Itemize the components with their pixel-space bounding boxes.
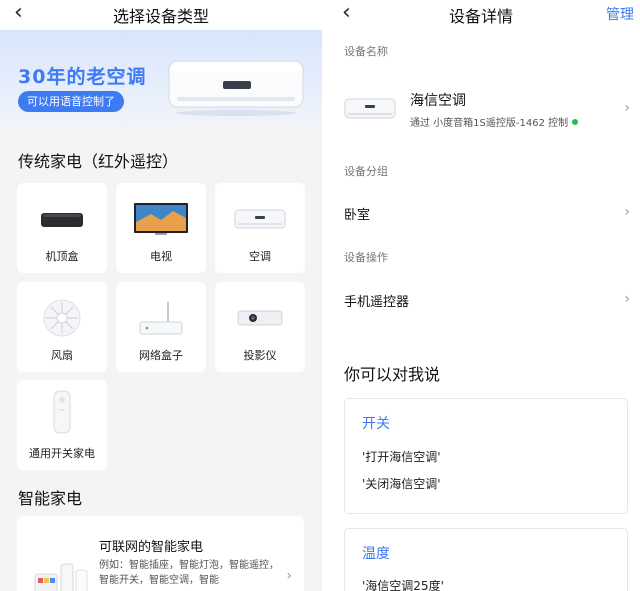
device-tile-air-conditioner[interactable]: 空调 [215,183,305,273]
air-conditioner-icon [344,98,396,119]
header-bar: ‹ 选择设备类型 [0,0,322,30]
voice-command: '关闭海信空调' [362,477,441,491]
air-conditioner-icon [168,60,304,116]
smart-devices-icon [34,563,88,591]
promo-banner[interactable]: 30年的老空调 可以用语音控制了 [0,30,322,132]
voice-card-temperature: 温度 '海信空调25度' [344,528,628,591]
banner-title: 30年的老空调 [18,66,147,88]
voice-commands-title: 你可以对我说 [344,365,441,384]
page-title: 选择设备类型 [112,7,209,26]
device-detail-panel: ‹ 设备详情 管理 设备名称 海信空调 通过 小度音箱1S遥控版-1462 控制… [322,0,640,591]
device-name-label: 设备名称 [344,45,388,58]
smart-card-desc: 例如：智能插座，智能灯泡，智能遥控，智能开关，智能空调，智能 [99,560,279,586]
smart-card-title: 可联网的智能家电 [99,540,204,555]
manage-button[interactable]: 管理 [606,4,634,24]
device-tile-projector[interactable]: 投影仪 [215,282,305,372]
operations-value: 手机遥控器 [344,295,410,310]
tile-label: 电视 [150,250,172,263]
tile-label: 通用开关家电 [29,447,95,460]
group-value: 卧室 [344,208,371,223]
device-tile-universal-switch[interactable]: 通用开关家电 [17,380,107,470]
tile-label: 投影仪 [243,349,277,362]
fan-icon [43,299,81,337]
device-subtitle: 通过 小度音箱1S遥控版-1462 控制 [410,114,579,129]
online-status-dot [572,119,579,125]
voice-card-power: 开关 '打开海信空调' '关闭海信空调' [344,398,628,514]
network-box-icon [139,302,183,335]
projector-icon [237,310,283,326]
device-tile-fan[interactable]: 风扇 [17,282,107,372]
device-tile-set-top-box[interactable]: 机顶盒 [17,183,107,273]
chevron-right-icon: › [624,100,630,116]
group-label: 设备分组 [344,165,388,178]
remote-switch-icon [53,390,71,434]
tile-label: 网络盒子 [139,349,183,362]
card-title: 开关 [362,416,390,432]
tv-icon [134,203,188,235]
tile-label: 机顶盒 [45,250,79,263]
group-row[interactable]: 卧室 › [322,196,640,230]
chevron-right-icon: › [624,291,630,307]
section-ir-title: 传统家电（红外遥控） [18,152,179,171]
set-top-box-icon [41,213,83,227]
air-conditioner-icon [234,209,286,229]
tile-label: 空调 [249,250,271,263]
tile-label: 风扇 [51,349,73,362]
device-type-panel: ‹ 选择设备类型 30年的老空调 可以用语音控制了 传统家电（红外遥控） 机顶盒 [0,0,322,591]
operations-label: 设备操作 [344,251,388,264]
operations-row[interactable]: 手机遥控器 › [322,283,640,317]
device-tile-network-box[interactable]: 网络盒子 [116,282,206,372]
banner-pill: 可以用语音控制了 [18,91,124,112]
voice-command: '打开海信空调' [362,450,441,464]
chevron-right-icon: › [624,204,630,220]
device-name: 海信空调 [410,93,466,109]
device-tile-tv[interactable]: 电视 [116,183,206,273]
page-title: 设备详情 [448,7,513,26]
device-controller: 通过 小度音箱1S遥控版-1462 控制 [410,118,569,129]
card-title: 温度 [362,546,390,562]
voice-command: '海信空调25度' [362,579,444,591]
chevron-right-icon: › [286,568,292,584]
smart-appliance-card[interactable]: 可联网的智能家电 例如：智能插座，智能灯泡，智能遥控，智能开关，智能空调，智能 … [17,516,304,591]
section-smart-title: 智能家电 [18,489,83,508]
device-row[interactable]: 海信空调 通过 小度音箱1S遥控版-1462 控制 › [322,78,640,138]
